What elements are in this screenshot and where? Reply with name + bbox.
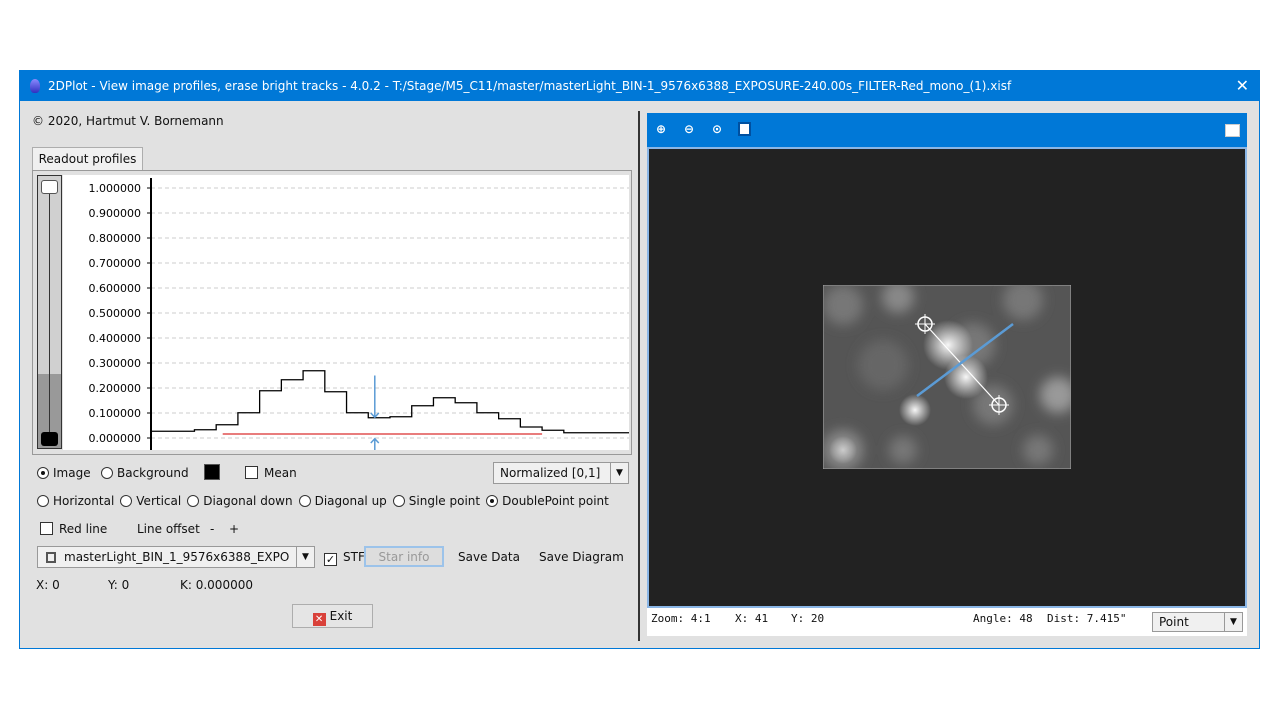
status-x: X: 41 <box>735 612 769 625</box>
readout-x: X: 0 <box>36 578 60 592</box>
direction-radios: Horizontal Vertical Diagonal down Diagonal … <box>37 494 615 508</box>
line-offset-plus[interactable]: + <box>229 522 239 536</box>
radio-image[interactable]: Image <box>37 466 91 480</box>
app-icon <box>30 79 40 93</box>
radio-icon <box>187 495 200 507</box>
radio-icon <box>392 495 405 507</box>
checkbox-red-line[interactable]: Red line <box>40 522 107 536</box>
y-tick-label: 0.400000 <box>89 332 142 345</box>
radio-icon <box>486 495 499 507</box>
color-swatch[interactable] <box>204 464 220 480</box>
y-tick-label: 1.000000 <box>89 182 142 195</box>
checkbox-mean[interactable]: Mean <box>245 466 297 480</box>
radio-background[interactable]: Background <box>101 466 189 480</box>
level-slider[interactable] <box>37 175 62 449</box>
line-offset-minus[interactable]: - <box>210 522 214 536</box>
chevron-down-icon: ▼ <box>1224 613 1242 631</box>
readout-y: Y: 0 <box>108 578 130 592</box>
window-title: 2DPlot - View image profiles, erase brig… <box>48 79 1012 93</box>
close-icon: ✕ <box>312 613 326 626</box>
normalization-select[interactable]: Normalized [0,1] ▼ <box>493 462 629 484</box>
chevron-down-icon: ▼ <box>296 547 314 567</box>
radio-direction[interactable]: Horizontal <box>37 494 114 508</box>
view-select[interactable]: masterLight_BIN_1_9576x6388_EXPO ▼ <box>37 546 315 568</box>
image-toolbar: ⊕ ⊖ ⊙ <box>647 113 1247 147</box>
star-info-button[interactable]: Star info <box>364 546 444 567</box>
status-bar: Zoom: 4:1 X: 41 Y: 20 Angle: 48 Dist: 7.… <box>647 608 1247 636</box>
y-tick-label: 0.000000 <box>89 432 142 445</box>
y-tick-label: 0.900000 <box>89 207 142 220</box>
app-window: 2DPlot - View image profiles, erase brig… <box>19 70 1260 649</box>
copyright: © 2020, Hartmut V. Bornemann <box>32 114 224 128</box>
status-y: Y: 20 <box>791 612 825 625</box>
title-bar: 2DPlot - View image profiles, erase brig… <box>20 71 1259 101</box>
tab-readout-profiles[interactable]: Readout profiles <box>32 147 143 171</box>
exit-button[interactable]: ✕ Exit <box>292 604 373 628</box>
status-dist: Dist: 7.415" <box>1047 612 1127 625</box>
zoom-fit-icon[interactable]: ⊙ <box>712 122 722 136</box>
y-tick-label: 0.100000 <box>89 407 142 420</box>
measurement-overlay <box>915 314 1014 415</box>
zoom-one-icon[interactable] <box>738 122 751 136</box>
maximize-icon[interactable] <box>1225 124 1240 137</box>
y-tick-label: 0.300000 <box>89 357 142 370</box>
radio-icon <box>120 495 133 507</box>
radio-icon <box>298 495 311 507</box>
line-offset-label: Line offset <box>137 522 200 536</box>
radio-direction[interactable]: DoublePoint point <box>486 494 609 508</box>
document-icon <box>46 552 56 563</box>
radio-direction[interactable]: Diagonal up <box>298 494 387 508</box>
y-tick-label: 0.600000 <box>89 282 142 295</box>
radio-direction[interactable]: Diagonal down <box>187 494 293 508</box>
slider-handle-top[interactable] <box>41 180 58 194</box>
image-viewport[interactable] <box>647 147 1247 608</box>
save-diagram-button[interactable]: Save Diagram <box>539 550 624 564</box>
readout-k: K: 0.000000 <box>180 578 253 592</box>
radio-icon <box>101 467 113 479</box>
status-angle: Angle: 48 <box>973 612 1033 625</box>
save-data-button[interactable]: Save Data <box>458 550 520 564</box>
radio-direction[interactable]: Single point <box>392 494 480 508</box>
zoom-out-icon[interactable]: ⊖ <box>684 122 694 136</box>
y-tick-label: 0.700000 <box>89 257 142 270</box>
radio-direction[interactable]: Vertical <box>120 494 181 508</box>
status-zoom: Zoom: 4:1 <box>651 612 711 625</box>
y-tick-label: 0.200000 <box>89 382 142 395</box>
mode-select[interactable]: Point ▼ <box>1152 612 1243 632</box>
checkbox-stf[interactable]: ✓ STF <box>324 550 365 566</box>
chevron-down-icon: ▼ <box>610 463 628 483</box>
zoom-in-icon[interactable]: ⊕ <box>656 122 666 136</box>
close-button[interactable]: ✕ <box>1236 71 1249 101</box>
radio-icon <box>37 495 49 507</box>
slider-handle-bottom[interactable] <box>41 432 58 446</box>
y-tick-label: 0.500000 <box>89 307 142 320</box>
splitter[interactable] <box>638 111 640 641</box>
radio-icon <box>37 467 49 479</box>
y-tick-label: 0.800000 <box>89 232 142 245</box>
profile-chart[interactable]: 1.000000 0.900000 0.800000 0.700000 0.600000… <box>63 175 629 450</box>
